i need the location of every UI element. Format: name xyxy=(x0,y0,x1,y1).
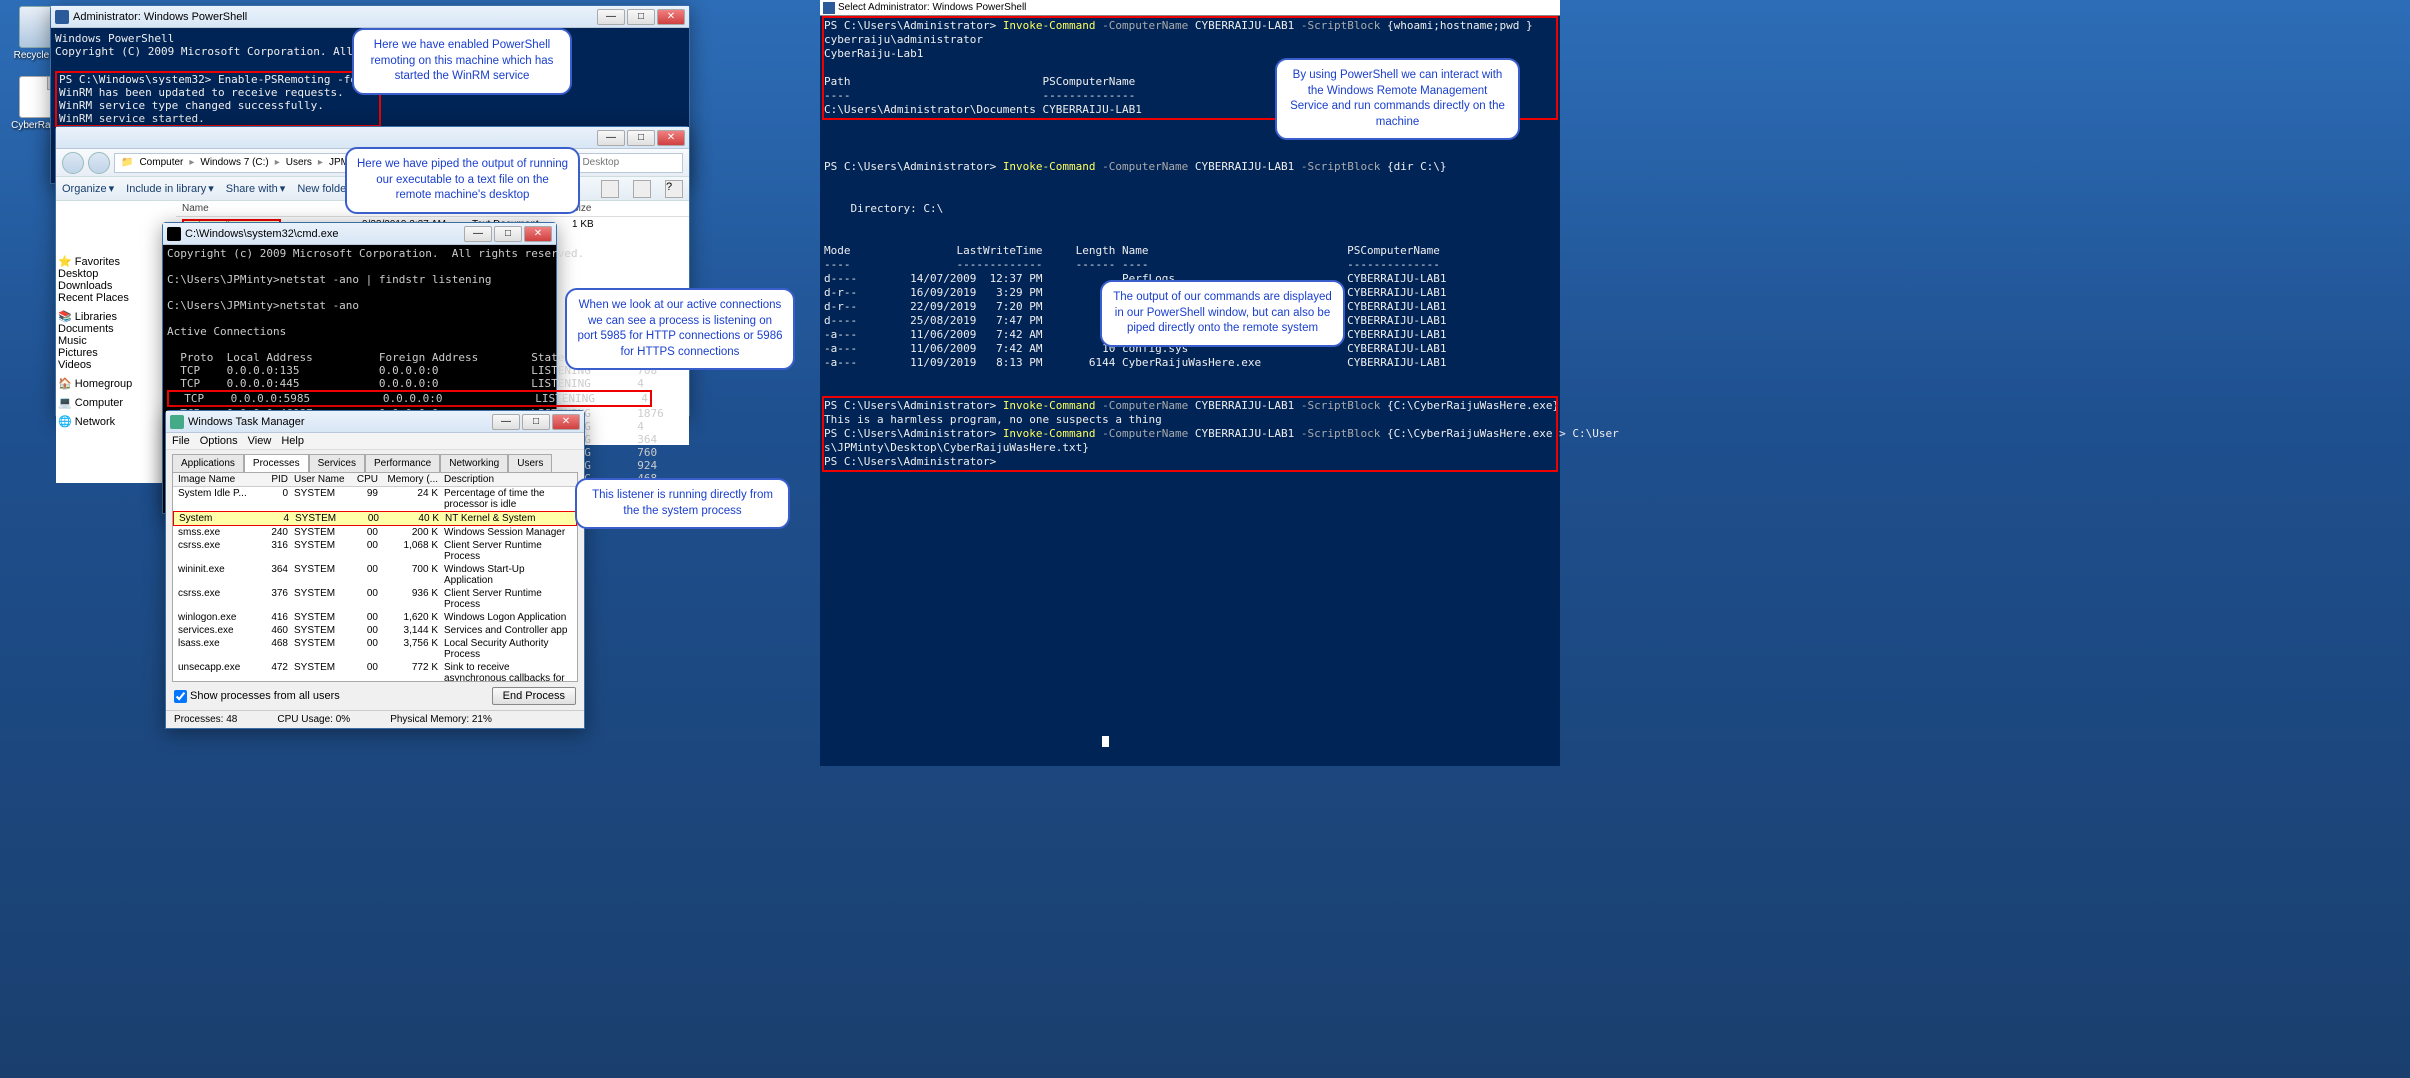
process-row[interactable]: csrss.exe316SYSTEM001,068 KClient Server… xyxy=(173,539,577,563)
preview-button[interactable] xyxy=(633,180,651,198)
status-cpu: CPU Usage: 0% xyxy=(277,714,350,725)
network-header[interactable]: 🌐 Network xyxy=(58,415,173,428)
tm-tabs: Applications Processes Services Performa… xyxy=(166,450,584,472)
netstat-row-5985: TCP 0.0.0.0:5985 0.0.0.0:0 LISTENING 4 xyxy=(167,390,652,407)
sidebar-item-videos[interactable]: Videos xyxy=(58,359,173,371)
tm-titlebar[interactable]: Windows Task Manager — □ ✕ xyxy=(166,411,584,433)
include-library-button[interactable]: Include in library ▾ xyxy=(126,182,214,195)
task-manager-window: Windows Task Manager — □ ✕ File Options … xyxy=(165,410,585,729)
remote-ps-title: Select Administrator: Windows PowerShell xyxy=(838,2,1026,13)
callout-winrm-enabled: Here we have enabled PowerShell remoting… xyxy=(352,28,572,95)
ps-titlebar[interactable]: Administrator: Windows PowerShell — □ ✕ xyxy=(51,6,689,28)
callout-piped-output: Here we have piped the output of running… xyxy=(345,147,580,214)
close-button[interactable]: ✕ xyxy=(552,414,580,430)
status-processes: Processes: 48 xyxy=(174,714,237,725)
cmd-titlebar[interactable]: C:\Windows\system32\cmd.exe — □ ✕ xyxy=(163,223,556,245)
homegroup-header[interactable]: 🏠 Homegroup xyxy=(58,377,173,390)
libraries-header[interactable]: 📚 Libraries xyxy=(58,310,173,323)
invoke-exe-block: PS C:\Users\Administrator> Invoke-Comman… xyxy=(824,398,1556,470)
remote-ps-titlebar[interactable]: Select Administrator: Windows PowerShell xyxy=(820,0,1560,16)
sidebar-item-music[interactable]: Music xyxy=(58,335,173,347)
maximize-button[interactable]: □ xyxy=(627,130,655,146)
menu-options[interactable]: Options xyxy=(200,435,238,447)
process-row[interactable]: smss.exe240SYSTEM00200 KWindows Session … xyxy=(173,526,577,539)
ps-icon xyxy=(55,10,69,24)
organize-button[interactable]: Organize ▾ xyxy=(62,182,114,195)
callout-active-connections: When we look at our active connections w… xyxy=(565,288,795,370)
process-row[interactable]: System4SYSTEM0040 KNT Kernel & System xyxy=(173,511,577,526)
process-table-header[interactable]: Image NamePIDUser NameCPUMemory (...Desc… xyxy=(173,473,577,487)
favorites-header[interactable]: ⭐ Favorites xyxy=(58,255,173,268)
view-button[interactable] xyxy=(601,180,619,198)
tab-services[interactable]: Services xyxy=(309,454,365,472)
process-row[interactable]: lsass.exe468SYSTEM003,756 KLocal Securit… xyxy=(173,637,577,661)
ps-title: Administrator: Windows PowerShell xyxy=(73,11,247,23)
process-row[interactable]: csrss.exe376SYSTEM00936 KClient Server R… xyxy=(173,587,577,611)
process-row[interactable]: System Idle P...0SYSTEM9924 KPercentage … xyxy=(173,487,577,511)
maximize-button[interactable]: □ xyxy=(494,226,522,242)
help-button[interactable]: ? xyxy=(665,180,683,198)
tab-performance[interactable]: Performance xyxy=(365,454,440,472)
tab-applications[interactable]: Applications xyxy=(172,454,244,472)
callout-output-piped: The output of our commands are displayed… xyxy=(1100,280,1345,347)
sidebar-item-downloads[interactable]: Downloads xyxy=(58,280,173,292)
ps-icon xyxy=(823,2,835,14)
process-row[interactable]: wininit.exe364SYSTEM00700 KWindows Start… xyxy=(173,563,577,587)
process-row[interactable]: unsecapp.exe472SYSTEM00772 KSink to rece… xyxy=(173,661,577,682)
sidebar-item-recent[interactable]: Recent Places xyxy=(58,292,173,304)
cursor xyxy=(1102,736,1109,747)
new-folder-button[interactable]: New folder xyxy=(297,183,350,195)
sidebar-item-desktop[interactable]: Desktop xyxy=(58,268,173,280)
maximize-button[interactable]: □ xyxy=(627,9,655,25)
callout-system-listener: This listener is running directly from t… xyxy=(575,478,790,529)
status-memory: Physical Memory: 21% xyxy=(390,714,492,725)
minimize-button[interactable]: — xyxy=(597,9,625,25)
explorer-sidebar: ⭐ Favorites Desktop Downloads Recent Pla… xyxy=(56,253,176,483)
explorer-titlebar[interactable]: — □ ✕ xyxy=(56,127,689,149)
tab-users[interactable]: Users xyxy=(508,454,552,472)
file-size: 1 KB xyxy=(572,219,632,234)
menu-view[interactable]: View xyxy=(248,435,272,447)
back-button[interactable] xyxy=(62,152,84,174)
process-row[interactable]: services.exe460SYSTEM003,144 KServices a… xyxy=(173,624,577,637)
close-button[interactable]: ✕ xyxy=(657,9,685,25)
callout-ps-interact: By using PowerShell we can interact with… xyxy=(1275,58,1520,140)
sidebar-item-documents[interactable]: Documents xyxy=(58,323,173,335)
sidebar-item-pictures[interactable]: Pictures xyxy=(58,347,173,359)
menu-file[interactable]: File xyxy=(172,435,190,447)
cmd-title: C:\Windows\system32\cmd.exe xyxy=(185,228,338,240)
ps-enable-remoting-block: PS C:\Windows\system32> Enable-PSRemotin… xyxy=(55,71,381,127)
tm-title: Windows Task Manager xyxy=(188,416,305,428)
tab-networking[interactable]: Networking xyxy=(440,454,508,472)
cmd-icon xyxy=(167,227,181,241)
menu-help[interactable]: Help xyxy=(281,435,304,447)
tm-menubar: File Options View Help xyxy=(166,433,584,450)
tm-icon xyxy=(170,415,184,429)
share-button[interactable]: Share with ▾ xyxy=(226,182,286,195)
tab-processes[interactable]: Processes xyxy=(244,454,309,472)
minimize-button[interactable]: — xyxy=(597,130,625,146)
forward-button[interactable] xyxy=(88,152,110,174)
computer-header[interactable]: 💻 Computer xyxy=(58,396,173,409)
process-row[interactable]: winlogon.exe416SYSTEM001,620 KWindows Lo… xyxy=(173,611,577,624)
end-process-button[interactable]: End Process xyxy=(492,687,576,705)
minimize-button[interactable]: — xyxy=(464,226,492,242)
process-table: Image NamePIDUser NameCPUMemory (...Desc… xyxy=(172,472,578,682)
minimize-button[interactable]: — xyxy=(492,414,520,430)
show-all-checkbox[interactable]: Show processes from all users xyxy=(174,690,340,703)
close-button[interactable]: ✕ xyxy=(524,226,552,242)
tm-statusbar: Processes: 48 CPU Usage: 0% Physical Mem… xyxy=(166,710,584,728)
close-button[interactable]: ✕ xyxy=(657,130,685,146)
maximize-button[interactable]: □ xyxy=(522,414,550,430)
